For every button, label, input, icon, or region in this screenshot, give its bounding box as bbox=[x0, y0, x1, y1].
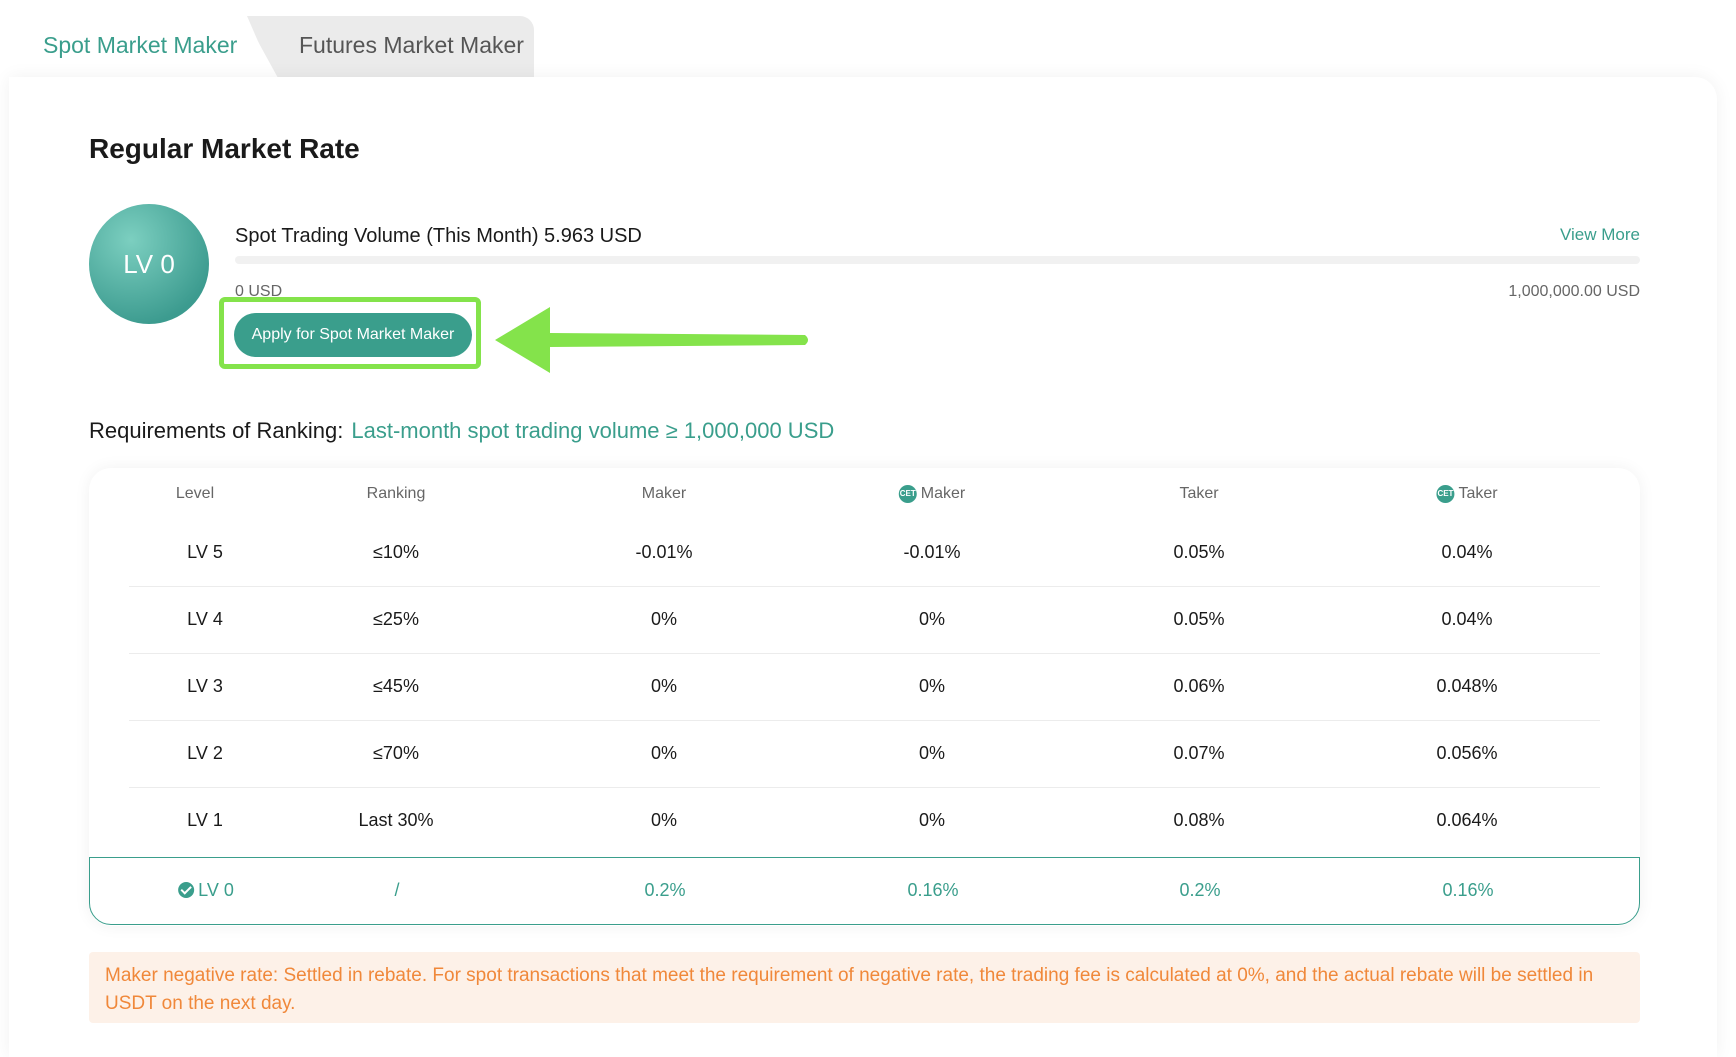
negative-rate-notice: Maker negative rate: Settled in rebate. … bbox=[89, 952, 1640, 1023]
cell-ranking: Last 30% bbox=[358, 810, 434, 830]
cell-cet-maker: -0.01% bbox=[903, 542, 961, 562]
tab-spot-market-maker-label[interactable]: Spot Market Maker bbox=[43, 32, 237, 59]
cell-taker: 0.08% bbox=[1173, 810, 1225, 830]
cell-cet-taker: 0.048% bbox=[1436, 676, 1498, 696]
cell-cet-taker: 0.056% bbox=[1436, 743, 1498, 763]
cet-coin-icon: CET bbox=[898, 485, 917, 503]
header-maker: Maker bbox=[641, 485, 687, 502]
cell-cet-taker: 0.16% bbox=[1442, 880, 1494, 900]
cell-level: LV 1 bbox=[187, 810, 223, 830]
cell-cet-maker: 0% bbox=[918, 810, 946, 830]
cell-taker: 0.07% bbox=[1173, 743, 1225, 763]
header-cet-maker: CET Maker bbox=[898, 485, 966, 503]
table-header: Level Ranking Maker CET Maker Taker CET Ta… bbox=[89, 468, 1640, 520]
header-ranking: Ranking bbox=[366, 485, 426, 502]
cell-cet-maker: 0% bbox=[918, 676, 946, 696]
table-row: LV 1 Last 30% 0% 0% 0.08% 0.064% bbox=[129, 788, 1600, 854]
table-row: LV 4 ≤25% 0% 0% 0.05% 0.04% bbox=[129, 587, 1600, 654]
header-cet-taker: CET Taker bbox=[1436, 485, 1498, 503]
requirements-label: Requirements of Ranking: bbox=[89, 418, 344, 443]
cell-maker: 0% bbox=[650, 676, 678, 696]
current-level-label: LV 0 bbox=[198, 880, 234, 900]
level-badge: LV 0 bbox=[89, 204, 209, 324]
cell-maker: 0% bbox=[650, 743, 678, 763]
cell-ranking: ≤25% bbox=[373, 609, 419, 629]
rate-table: Level Ranking Maker CET Maker Taker CET Ta… bbox=[89, 468, 1640, 926]
table-row: LV 2 ≤70% 0% 0% 0.07% 0.056% bbox=[129, 721, 1600, 788]
ranking-requirements: Requirements of Ranking: Last-month spot … bbox=[89, 418, 834, 444]
cell-cet-maker: 0.16% bbox=[907, 880, 959, 900]
page-title: Regular Market Rate bbox=[89, 133, 360, 164]
cell-taker: 0.05% bbox=[1173, 609, 1225, 629]
cell-level: LV 3 bbox=[187, 676, 223, 696]
volume-progress-bar bbox=[235, 256, 1640, 264]
tab-futures-market-maker-label[interactable]: Futures Market Maker bbox=[299, 32, 524, 59]
view-more-link[interactable]: View More bbox=[1560, 225, 1640, 245]
cet-coin-icon: CET bbox=[1436, 485, 1455, 503]
cell-level: LV 0 bbox=[178, 880, 234, 901]
cell-maker: 0% bbox=[650, 810, 678, 830]
cell-cet-maker: 0% bbox=[918, 743, 946, 763]
cell-maker: 0.2% bbox=[644, 880, 686, 900]
check-circle-icon bbox=[178, 882, 195, 898]
cell-ranking: ≤45% bbox=[373, 676, 419, 696]
cell-level: LV 2 bbox=[187, 743, 223, 763]
current-level-row: LV 0 / 0.2% 0.16% 0.2% 0.16% bbox=[89, 857, 1640, 925]
requirements-value: Last-month spot trading volume ≥ 1,000,0… bbox=[351, 418, 835, 443]
cell-maker: 0% bbox=[650, 609, 678, 629]
cell-cet-taker: 0.064% bbox=[1436, 810, 1498, 830]
header-level: Level bbox=[175, 485, 215, 502]
cell-taker: 0.05% bbox=[1173, 542, 1225, 562]
cell-level: LV 5 bbox=[187, 542, 223, 562]
cell-ranking: ≤10% bbox=[373, 542, 419, 562]
cell-cet-taker: 0.04% bbox=[1441, 609, 1493, 629]
tab-bar: Futures Market Maker Spot Market Maker bbox=[9, 16, 534, 78]
cell-taker: 0.06% bbox=[1173, 676, 1225, 696]
cell-maker: -0.01% bbox=[635, 542, 693, 562]
table-row: LV 5 ≤10% -0.01% -0.01% 0.05% 0.04% bbox=[129, 520, 1600, 587]
cell-cet-maker: 0% bbox=[918, 609, 946, 629]
cell-level: LV 4 bbox=[187, 609, 223, 629]
cell-taker: 0.2% bbox=[1179, 880, 1221, 900]
annotation-arrow-icon bbox=[495, 307, 808, 373]
cell-cet-taker: 0.04% bbox=[1441, 542, 1493, 562]
header-taker: Taker bbox=[1179, 485, 1219, 502]
apply-spot-market-maker-button[interactable]: Apply for Spot Market Maker bbox=[234, 313, 472, 357]
cell-ranking: ≤70% bbox=[373, 743, 419, 763]
progress-max-label: 1,000,000.00 USD bbox=[1508, 283, 1640, 300]
table-row: LV 3 ≤45% 0% 0% 0.06% 0.048% bbox=[129, 654, 1600, 721]
level-badge-label: LV 0 bbox=[123, 248, 175, 279]
cell-ranking: / bbox=[394, 880, 400, 900]
trading-volume-label: Spot Trading Volume (This Month) 5.963 U… bbox=[235, 225, 642, 247]
